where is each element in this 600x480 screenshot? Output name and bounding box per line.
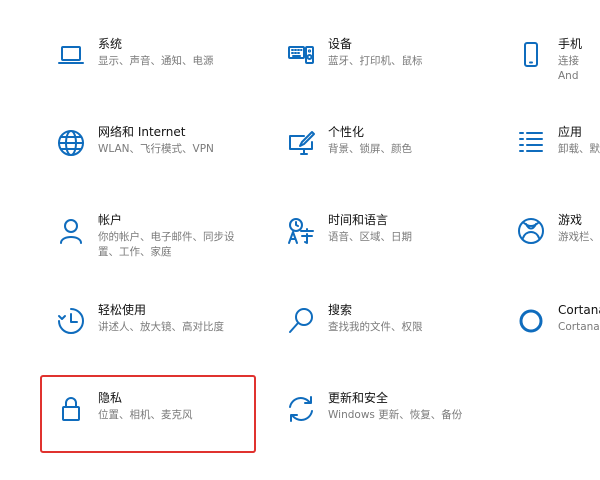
tile-title: 个性化	[328, 125, 365, 139]
tile-description: WLAN、飞行模式、VPN	[98, 143, 214, 155]
tile-description: 背景、锁屏、颜色	[328, 143, 412, 155]
search-icon	[284, 304, 318, 338]
tile-description: 讲述人、放大镜、高对比度	[98, 321, 224, 333]
tile-accounts[interactable]: 帐户 你的帐户、电子邮件、同步设置、工作、家庭	[54, 212, 254, 260]
tile-description: 连接 And	[558, 55, 579, 82]
tile-title: 帐户	[98, 213, 123, 227]
tile-title: 搜索	[328, 303, 353, 317]
ease-of-access-icon	[54, 304, 88, 338]
tile-description: 语音、区域、日期	[328, 231, 412, 243]
tile-update-security[interactable]: 更新和安全 Windows 更新、恢复、备份	[284, 390, 484, 426]
tile-description: Windows 更新、恢复、备份	[328, 409, 463, 421]
tile-title: Cortana	[558, 303, 600, 317]
time-language-icon	[284, 214, 318, 248]
tile-title: 网络和 Internet	[98, 125, 186, 139]
tile-system[interactable]: 系统 显示、声音、通知、电源	[54, 36, 254, 72]
tile-phone[interactable]: 手机 连接 And	[514, 36, 600, 84]
tile-description: 你的帐户、电子邮件、同步设置、工作、家庭	[98, 231, 235, 258]
tile-description: 显示、声音、通知、电源	[98, 55, 214, 67]
tile-ease-of-access[interactable]: 轻松使用 讲述人、放大镜、高对比度	[54, 302, 254, 338]
tile-title: 手机	[558, 37, 583, 51]
tile-title: 应用	[558, 125, 583, 139]
tile-description: 查找我的文件、权限	[328, 321, 423, 333]
tile-time-language[interactable]: 时间和语言 语音、区域、日期	[284, 212, 484, 248]
tile-devices[interactable]: 设备 蓝牙、打印机、鼠标	[284, 36, 484, 72]
tile-title: 系统	[98, 37, 123, 51]
keyboard-speaker-icon	[284, 38, 318, 72]
globe-icon	[54, 126, 88, 160]
sync-arrows-icon	[284, 392, 318, 426]
tile-personalization[interactable]: 个性化 背景、锁屏、颜色	[284, 124, 484, 160]
tile-description: 卸载、默	[558, 143, 600, 155]
tile-search[interactable]: 搜索 查找我的文件、权限	[284, 302, 484, 338]
tile-title: 游戏	[558, 213, 583, 227]
person-icon	[54, 214, 88, 248]
paint-monitor-icon	[284, 126, 318, 160]
laptop-icon	[54, 38, 88, 72]
tile-cortana[interactable]: Cortana Cortana	[514, 302, 600, 338]
selection-highlight	[40, 375, 256, 453]
tile-title: 更新和安全	[328, 391, 389, 405]
tile-title: 设备	[328, 37, 353, 51]
apps-list-icon	[514, 126, 548, 160]
xbox-icon	[514, 214, 548, 248]
tile-description: 蓝牙、打印机、鼠标	[328, 55, 423, 67]
tile-apps[interactable]: 应用 卸载、默	[514, 124, 600, 160]
tile-title: 时间和语言	[328, 213, 389, 227]
tile-description: 游戏栏、	[558, 231, 600, 243]
tile-description: Cortana	[558, 321, 600, 333]
cortana-ring-icon	[514, 304, 548, 338]
phone-icon	[514, 38, 548, 72]
tile-network[interactable]: 网络和 Internet WLAN、飞行模式、VPN	[54, 124, 254, 160]
tile-gaming[interactable]: 游戏 游戏栏、	[514, 212, 600, 248]
tile-title: 轻松使用	[98, 303, 147, 317]
